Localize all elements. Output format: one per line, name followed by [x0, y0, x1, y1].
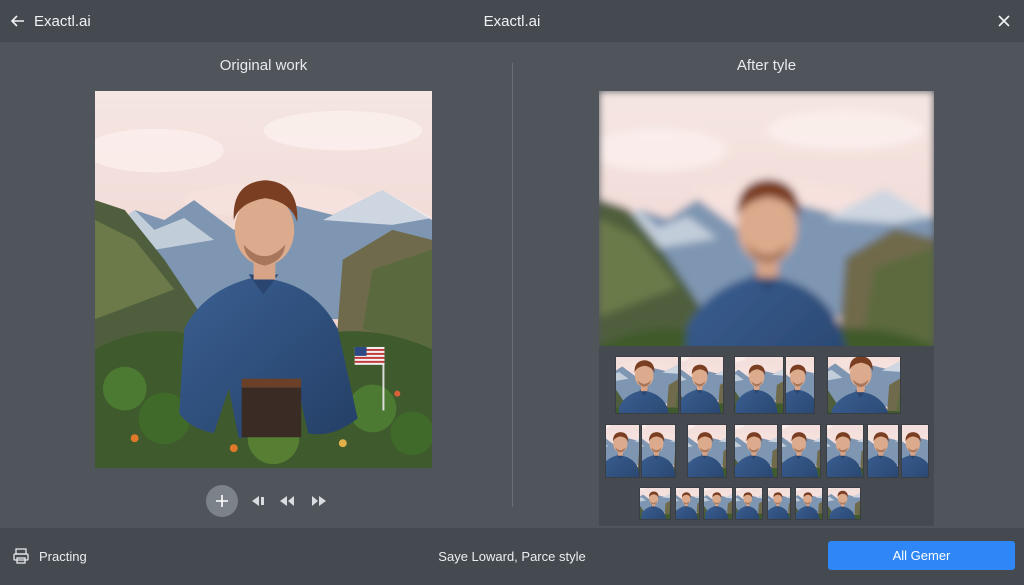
- style-thumbnail[interactable]: [795, 487, 823, 520]
- all-gemer-button[interactable]: All Gemer: [828, 541, 1015, 570]
- close-icon[interactable]: [992, 9, 1016, 33]
- style-thumbnail[interactable]: [680, 356, 724, 414]
- style-thumbnail[interactable]: [639, 487, 671, 520]
- style-thumbnail[interactable]: [735, 487, 763, 520]
- style-thumbnail[interactable]: [785, 356, 815, 414]
- forward-icon[interactable]: [308, 494, 328, 508]
- rewind-icon[interactable]: [278, 494, 298, 508]
- style-thumbnail[interactable]: [826, 424, 864, 478]
- styled-pane-title: After tyle: [736, 57, 797, 74]
- original-photo: [95, 91, 432, 468]
- style-thumbnail[interactable]: [827, 487, 861, 520]
- style-thumbnail[interactable]: [615, 356, 679, 414]
- original-pane-title: Original work: [219, 57, 308, 74]
- style-thumbnail[interactable]: [641, 424, 676, 478]
- style-thumbnail[interactable]: [867, 424, 899, 478]
- pane-divider[interactable]: [512, 63, 513, 507]
- status-bar: Practing Saye Loward, Parce style All Ge…: [0, 528, 1024, 585]
- plus-icon[interactable]: [206, 485, 238, 517]
- title-bar: Exactl.ai Exactl.ai: [0, 0, 1024, 42]
- style-thumbnail-grid: [599, 346, 934, 526]
- style-thumbnail[interactable]: [827, 356, 901, 414]
- style-thumbnail[interactable]: [703, 487, 733, 520]
- styled-photo: [599, 91, 934, 346]
- style-thumbnail[interactable]: [901, 424, 929, 478]
- window-title: Exactl.ai: [483, 13, 541, 30]
- style-thumbnail[interactable]: [734, 424, 778, 478]
- style-thumbnail[interactable]: [675, 487, 700, 520]
- prev-frame-icon[interactable]: [249, 494, 269, 508]
- style-thumbnail[interactable]: [767, 487, 791, 520]
- style-thumbnail[interactable]: [605, 424, 640, 478]
- style-thumbnail[interactable]: [781, 424, 821, 478]
- style-thumbnail[interactable]: [734, 356, 784, 414]
- style-thumbnail[interactable]: [687, 424, 727, 478]
